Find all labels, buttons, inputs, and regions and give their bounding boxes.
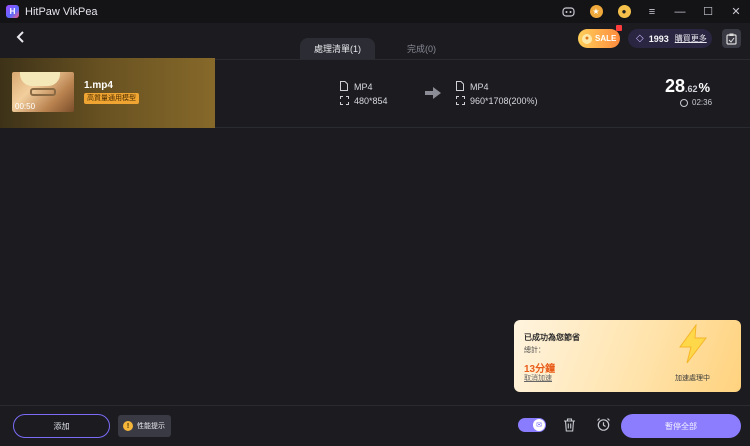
app-title: HitPaw VikPea (25, 5, 98, 18)
progress-int: 28 (665, 76, 686, 96)
lightning-icon (676, 323, 710, 369)
tab-bar: 處理清單(1) 完成(0) (300, 38, 450, 60)
thumbnail-art (20, 72, 60, 86)
window-controls: ★ ● ≡ — ☐ ✕ (554, 0, 750, 23)
buy-more-link[interactable]: 購買更多 (675, 33, 707, 44)
output-format: MP4 (470, 82, 489, 92)
coin-icon[interactable]: ★ (582, 0, 610, 23)
source-info: MP4 480*854 (340, 80, 388, 108)
remaining-time-value: 02:36 (692, 98, 713, 107)
clipboard-icon[interactable] (722, 29, 741, 48)
performance-tip-label: 性能提示 (137, 423, 165, 430)
diamond-icon: ◇ (636, 33, 644, 44)
source-format: MP4 (354, 82, 373, 92)
file-name: 1.mp4 (84, 80, 113, 91)
output-info: MP4 960*1708(200%) (456, 80, 538, 108)
sale-button[interactable]: ● SALE (578, 25, 622, 48)
sale-label: SALE (595, 34, 617, 43)
task-row[interactable]: 00:50 1.mp4 高質量通用模型 MP4 480*854 MP4 960*… (0, 58, 750, 128)
tab-processing[interactable]: 處理清單(1) (300, 38, 375, 60)
resolution-icon (456, 95, 466, 107)
tab-completed[interactable]: 完成(0) (393, 38, 450, 60)
add-button[interactable]: 添加 (13, 414, 110, 438)
app-logo-icon: H (6, 5, 19, 18)
minimize-icon[interactable]: — (666, 0, 694, 23)
card-total-label: 總計： (524, 347, 545, 354)
file-icon (340, 81, 350, 93)
email-notify-toggle[interactable]: ✉ (518, 418, 546, 432)
video-duration: 00:50 (15, 102, 36, 111)
title-bar: H HitPaw VikPea ★ ● ≡ — ☐ ✕ (0, 0, 750, 23)
pause-all-button[interactable]: 暫停全部 (621, 414, 741, 438)
sale-notification-dot (616, 25, 622, 31)
progress-sign: % (698, 80, 711, 95)
remaining-time: 02:36 (680, 98, 712, 107)
trash-icon[interactable] (563, 418, 576, 435)
progress-dec: .62 (685, 84, 698, 94)
file-icon (456, 81, 466, 93)
acceleration-status: 加速處理中 (675, 375, 710, 382)
model-badge: 高質量通用模型 (84, 93, 139, 104)
footer-divider (0, 405, 750, 406)
output-resolution: 960*1708(200%) (470, 96, 538, 106)
video-thumbnail[interactable]: 00:50 (12, 72, 74, 112)
card-title: 已成功為您節省 (524, 333, 580, 342)
user-icon[interactable]: ● (610, 0, 638, 23)
source-resolution: 480*854 (354, 96, 388, 106)
cancel-acceleration-link[interactable]: 取消加速 (524, 373, 552, 383)
arrow-right-icon (424, 86, 442, 103)
clock-icon (680, 98, 688, 107)
mail-icon: ✉ (533, 419, 545, 431)
credit-count: 1993 (648, 33, 669, 44)
back-arrow-icon[interactable] (14, 30, 30, 46)
menu-icon[interactable]: ≡ (638, 0, 666, 23)
close-icon[interactable]: ✕ (722, 0, 750, 23)
thumbnail-art (30, 88, 56, 96)
maximize-icon[interactable]: ☐ (694, 0, 722, 23)
progress-percent: 28.62% (665, 76, 710, 97)
discord-icon[interactable] (554, 0, 582, 23)
performance-tip-button[interactable]: ! 性能提示 (118, 415, 171, 437)
gift-icon: ● (582, 33, 592, 44)
credits-panel: ◇ 1993 購買更多 (628, 29, 712, 48)
alarm-clock-icon[interactable] (596, 417, 611, 435)
warning-icon: ! (123, 421, 133, 431)
resolution-icon (340, 95, 350, 107)
